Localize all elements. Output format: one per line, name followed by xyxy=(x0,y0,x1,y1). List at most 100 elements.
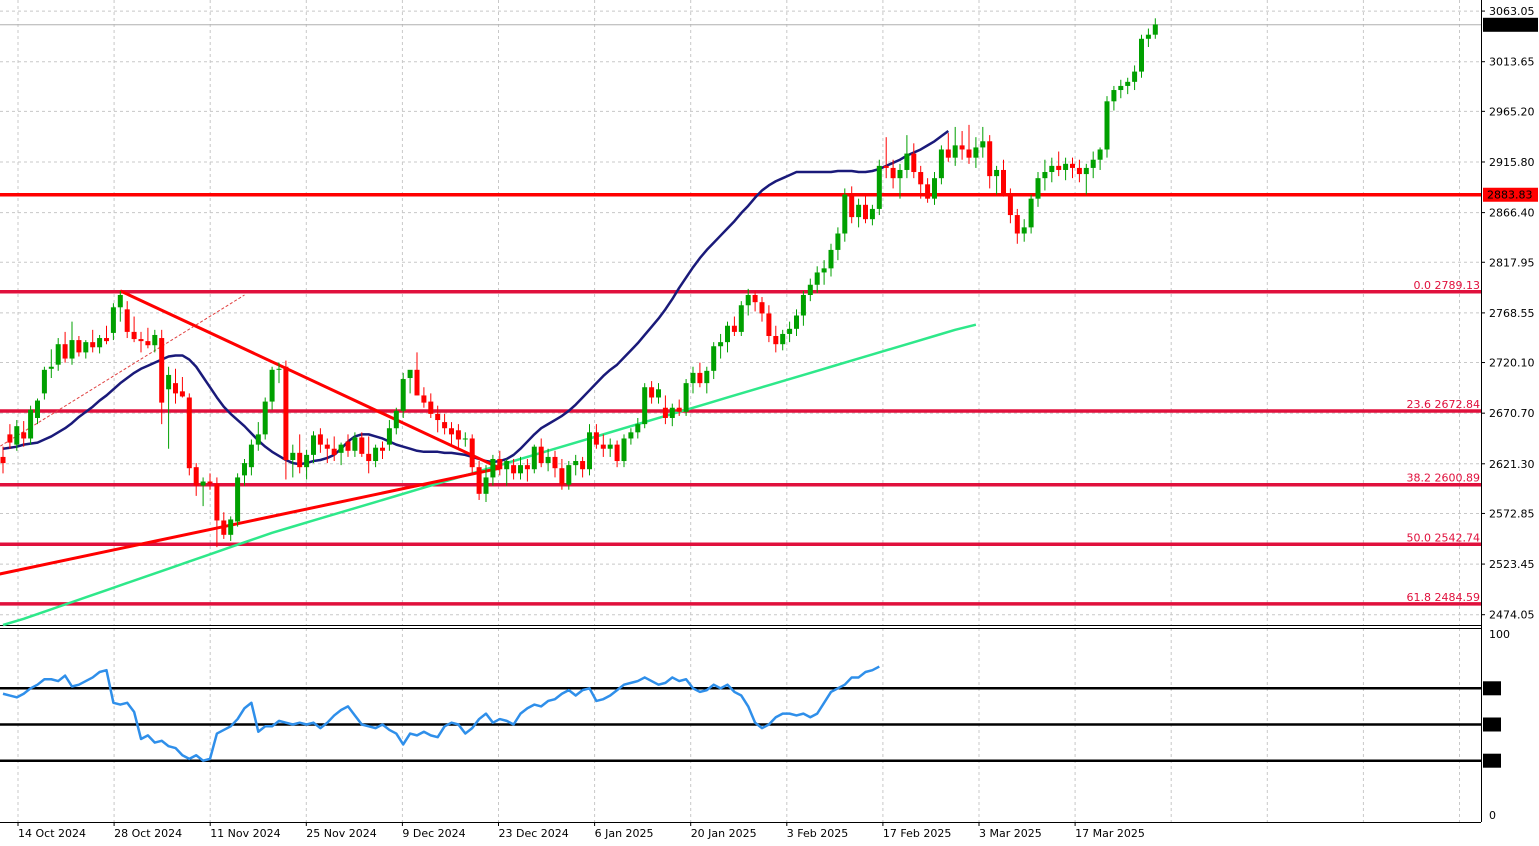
candle-body xyxy=(1083,167,1089,175)
candle xyxy=(1104,96,1110,158)
price-tick-label: 2670.70 xyxy=(1489,407,1535,420)
price-tick-label: 2474.05 xyxy=(1489,609,1535,622)
candle-body xyxy=(883,165,889,168)
candle-body xyxy=(248,444,254,468)
candle-body xyxy=(718,342,724,347)
price-tick-label: 2621.30 xyxy=(1489,458,1535,471)
candle-body xyxy=(642,387,648,425)
candle-body xyxy=(414,369,420,396)
candle-body xyxy=(849,194,855,218)
time-tick-label: 3 Feb 2025 xyxy=(787,827,848,840)
candle-body xyxy=(918,172,924,185)
candle-body xyxy=(932,178,937,199)
candle-body xyxy=(856,204,862,218)
chart-container: 0.0 2789.13 23.6 2672.84 38.2 2600.89 50.0 … xyxy=(0,0,1539,846)
chart-background xyxy=(0,0,1539,846)
candle-body xyxy=(738,305,744,332)
candle-body xyxy=(787,328,793,334)
fib-level-label: 50.0 2542.74 xyxy=(1407,531,1480,544)
candle-body xyxy=(228,519,234,535)
candle-body xyxy=(110,307,116,333)
candle-body xyxy=(752,295,758,303)
candle-body xyxy=(497,458,503,470)
candle-body xyxy=(800,295,806,316)
candle-body xyxy=(400,379,406,411)
candle-body xyxy=(255,434,261,445)
candle-body xyxy=(945,149,951,158)
candle-body xyxy=(242,463,247,476)
candle-body xyxy=(794,315,799,329)
rsi-tick-label: 0 xyxy=(1489,809,1496,822)
candle-body xyxy=(911,153,917,173)
candle-body xyxy=(566,465,572,485)
candle-body xyxy=(662,407,668,418)
candle-body xyxy=(179,391,185,397)
candle-body xyxy=(759,302,765,314)
candle-body xyxy=(55,344,61,365)
candle-body xyxy=(600,444,606,449)
price-tick-label: 3063.05 xyxy=(1489,5,1535,18)
rsi-tick-label: 100 xyxy=(1489,628,1510,641)
candle-body xyxy=(483,477,489,494)
candle-body xyxy=(290,452,296,461)
rsi-level-tag: 30 xyxy=(1485,755,1499,768)
candle-body xyxy=(117,295,123,308)
marked-level-tag: 2883.83 xyxy=(1487,189,1533,202)
candle-body xyxy=(1014,215,1020,234)
fib-level-label: 61.8 2484.59 xyxy=(1407,591,1480,604)
candle-body xyxy=(807,284,813,296)
candle-body xyxy=(221,520,227,535)
candle-body xyxy=(1007,194,1013,216)
candle-body xyxy=(656,389,661,398)
candle xyxy=(186,393,192,476)
candle-body xyxy=(421,395,427,403)
candle-body xyxy=(676,407,682,412)
rsi-level-tag: 50 xyxy=(1485,719,1499,732)
fib-level-label: 23.6 2672.84 xyxy=(1407,398,1480,411)
candle-body xyxy=(973,147,979,158)
candle-body xyxy=(173,383,178,394)
candle-body xyxy=(538,446,544,464)
candle-body xyxy=(28,409,34,439)
candle-body xyxy=(1111,90,1117,102)
candle-body xyxy=(124,309,130,332)
fib-level-label: 38.2 2600.89 xyxy=(1407,472,1480,485)
candle-body xyxy=(890,167,896,179)
candle-body xyxy=(904,153,910,170)
candle-body xyxy=(938,149,944,179)
candle-body xyxy=(435,413,441,421)
candle-body xyxy=(980,141,986,148)
candle-body xyxy=(524,465,530,470)
candle-body xyxy=(821,268,827,273)
candle-body xyxy=(380,447,385,451)
candle-body xyxy=(1021,227,1027,234)
candle-body xyxy=(207,481,213,484)
candle-body xyxy=(200,481,206,486)
candle-body xyxy=(297,452,303,468)
candle-body xyxy=(407,369,413,379)
candle-body xyxy=(1049,165,1055,173)
candle-body xyxy=(704,370,710,384)
candle-body xyxy=(1076,167,1082,175)
candle-body xyxy=(324,444,330,449)
price-tick-label: 2817.95 xyxy=(1489,256,1535,269)
candle-body xyxy=(1104,101,1110,150)
candle-body xyxy=(138,339,144,342)
candle xyxy=(262,397,268,440)
candle-body xyxy=(711,346,717,371)
candle-body xyxy=(628,432,634,439)
candle-body xyxy=(1145,34,1151,39)
time-tick-label: 3 Mar 2025 xyxy=(979,827,1042,840)
candle-body xyxy=(1139,38,1144,72)
candle-body xyxy=(773,335,779,345)
candle-body xyxy=(442,422,448,429)
candle-body xyxy=(580,461,586,470)
candle-body xyxy=(14,426,20,445)
candle-body xyxy=(607,444,613,449)
candle-body xyxy=(842,194,848,234)
candle-body xyxy=(345,441,351,451)
candle-body xyxy=(283,366,289,461)
candle-body xyxy=(518,465,523,474)
candle-body xyxy=(1001,169,1006,195)
candle-body xyxy=(863,204,868,220)
